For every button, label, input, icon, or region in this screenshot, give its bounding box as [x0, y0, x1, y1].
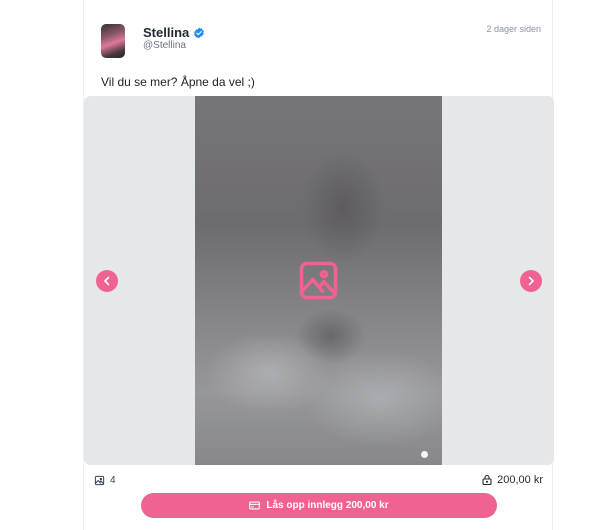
- media-carousel[interactable]: [84, 96, 554, 465]
- post-price: 200,00 kr: [481, 474, 543, 486]
- post-caption: Vil du se mer? Åpne da vel ;): [101, 75, 255, 89]
- credit-card-icon: [249, 501, 261, 510]
- media-count: 4: [94, 475, 116, 486]
- chevron-left-icon: [104, 276, 110, 286]
- media-count-value: 4: [110, 475, 116, 486]
- author-name-row[interactable]: Stellina: [143, 25, 205, 40]
- chevron-right-icon: [528, 276, 534, 286]
- author-name[interactable]: Stellina: [143, 25, 189, 40]
- image-icon: [94, 475, 105, 486]
- carousel-dot[interactable]: [421, 451, 428, 458]
- unlock-post-button[interactable]: Lås opp innlegg 200,00 kr: [141, 493, 497, 518]
- carousel-next-button[interactable]: [520, 270, 542, 292]
- post-timestamp: 2 dager siden: [486, 24, 541, 34]
- lock-icon: [482, 474, 492, 486]
- price-value: 200,00 kr: [497, 474, 543, 486]
- unlock-post-label: Lås opp innlegg 200,00 kr: [266, 500, 389, 511]
- carousel-prev-button[interactable]: [96, 270, 118, 292]
- author-handle[interactable]: @Stellina: [143, 40, 186, 51]
- post-card: Stellina @Stellina 2 dager siden Vil du …: [83, 0, 554, 530]
- image-placeholder-icon: [299, 261, 338, 300]
- post-header: Stellina @Stellina 2 dager siden: [84, 0, 552, 70]
- avatar[interactable]: [101, 24, 125, 58]
- verified-badge-icon: [194, 27, 205, 38]
- blurred-preview-image[interactable]: [195, 96, 442, 465]
